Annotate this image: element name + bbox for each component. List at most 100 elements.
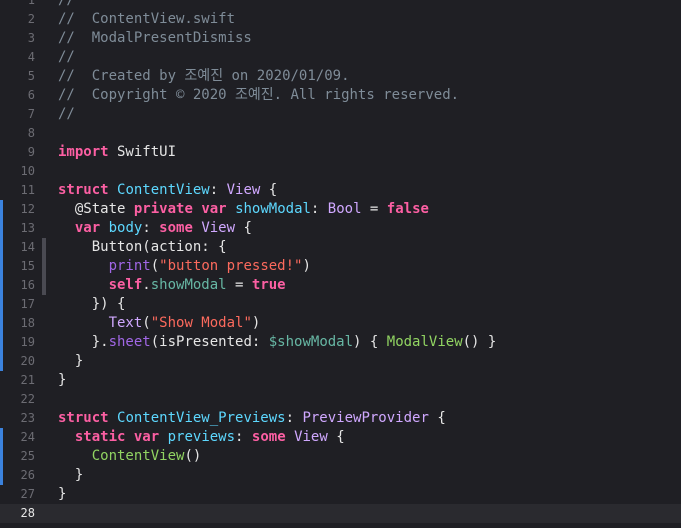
line-number: 21	[20, 373, 35, 387]
fold-ribbon	[42, 219, 46, 238]
line-number: 8	[27, 126, 35, 140]
code-line[interactable]: 20 }	[0, 352, 681, 371]
fold-ribbon	[42, 371, 46, 390]
code-text: }	[58, 466, 83, 485]
fold-ribbon	[42, 200, 46, 219]
code-token: () }	[462, 334, 497, 350]
line-number: 15	[20, 259, 35, 273]
code-line[interactable]: 9 import SwiftUI	[0, 143, 681, 162]
line-number: 7	[27, 107, 35, 121]
fold-ribbon	[42, 428, 46, 447]
code-line[interactable]: 6 // Copyright © 2020 조예진. All rights res…	[0, 86, 681, 105]
code-text: }	[58, 371, 66, 390]
code-token: ContentView_Previews	[117, 410, 286, 426]
fold-ribbon	[42, 0, 46, 10]
code-text: Button(action: {	[58, 238, 227, 257]
line-number: 25	[20, 449, 35, 463]
code-token: struct	[58, 182, 109, 198]
code-text: }	[58, 485, 66, 504]
fold-ribbon[interactable]	[42, 276, 46, 295]
code-token: ModalView	[386, 334, 463, 350]
code-token: true	[251, 277, 286, 293]
code-token: "button pressed!"	[159, 258, 303, 274]
code-line[interactable]: 1 //	[0, 0, 681, 10]
code-line[interactable]: 3 // ModalPresentDismiss	[0, 29, 681, 48]
code-line[interactable]: 4 //	[0, 48, 681, 67]
code-line[interactable]: 16 self.showModal = true	[0, 276, 681, 295]
code-token: (isPresented:	[150, 334, 269, 350]
code-token: "Show Modal"	[150, 315, 252, 331]
code-line[interactable]: 26 }	[0, 466, 681, 485]
code-token: {	[428, 410, 446, 426]
code-editor[interactable]: 1 // 2 // ContentView.swift 3 // ModalPresent…	[0, 0, 681, 528]
code-line[interactable]: 28	[0, 504, 681, 523]
code-token: print	[108, 258, 151, 274]
code-line[interactable]: 23 struct ContentView_Previews: PreviewPr…	[0, 409, 681, 428]
fold-ribbon	[42, 295, 46, 314]
code-line[interactable]: 24 static var previews: some View {	[0, 428, 681, 447]
fold-ribbon[interactable]	[42, 238, 46, 257]
code-text: // Copyright © 2020 조예진. All rights rese…	[58, 86, 459, 105]
fold-ribbon	[42, 10, 46, 29]
code-token: showModal	[235, 201, 311, 217]
fold-ribbon	[42, 485, 46, 504]
line-number: 11	[20, 183, 35, 197]
code-line[interactable]: 5 // Created by 조예진 on 2020/01/09.	[0, 67, 681, 86]
fold-ribbon[interactable]	[42, 257, 46, 276]
code-text: Text("Show Modal")	[58, 314, 261, 333]
fold-ribbon	[42, 447, 46, 466]
code-token: self	[108, 277, 143, 293]
code-token: .	[142, 277, 151, 293]
line-number: 12	[20, 202, 35, 216]
line-number: 28	[20, 506, 35, 520]
code-line[interactable]: 14 Button(action: {	[0, 238, 681, 257]
code-token: )	[251, 315, 261, 331]
code-token: :	[235, 429, 252, 445]
code-line[interactable]: 12 @State private var showModal: Bool = …	[0, 200, 681, 219]
code-line[interactable]: 18 Text("Show Modal")	[0, 314, 681, 333]
line-number: 1	[27, 0, 35, 7]
code-line[interactable]: 19 }.sheet(isPresented: $showModal) { Mo…	[0, 333, 681, 352]
code-token: Bool	[327, 201, 362, 217]
fold-ribbon	[42, 352, 46, 371]
code-token: (	[142, 315, 151, 331]
fold-ribbon	[42, 86, 46, 105]
code-token: showModal	[150, 277, 227, 293]
fold-ribbon	[42, 314, 46, 333]
code-line[interactable]: 2 // ContentView.swift	[0, 10, 681, 29]
code-line[interactable]: 22	[0, 390, 681, 409]
code-token: :	[142, 220, 160, 236]
fold-ribbon	[42, 48, 46, 67]
code-line[interactable]: 27}	[0, 485, 681, 504]
code-line[interactable]: 13 var body: some View {	[0, 219, 681, 238]
code-line[interactable]: 21}	[0, 371, 681, 390]
code-line[interactable]: 10	[0, 162, 681, 181]
code-token: some	[159, 220, 193, 236]
code-text: @State private var showModal: Bool = fal…	[58, 200, 429, 219]
code-line[interactable]: 15 print("button pressed!")	[0, 257, 681, 276]
code-token: ) {	[353, 334, 387, 350]
code-line[interactable]: 7 //	[0, 105, 681, 124]
code-line[interactable]: 8	[0, 124, 681, 143]
line-number: 18	[20, 316, 35, 330]
code-text: struct ContentView: View {	[58, 181, 277, 200]
line-number: 13	[20, 221, 35, 235]
code-line[interactable]: 25 ContentView()	[0, 447, 681, 466]
code-line[interactable]: 17 }) {	[0, 295, 681, 314]
code-token: //	[58, 0, 75, 8]
code-line[interactable]: 11 struct ContentView: View {	[0, 181, 681, 200]
fold-ribbon	[42, 466, 46, 485]
fold-ribbon	[42, 333, 46, 352]
code-token: //	[58, 106, 75, 122]
code-token: private	[133, 201, 193, 217]
code-token: }) {	[58, 296, 126, 312]
code-text: struct ContentView_Previews: PreviewProv…	[58, 409, 446, 428]
fold-ribbon	[42, 29, 46, 48]
